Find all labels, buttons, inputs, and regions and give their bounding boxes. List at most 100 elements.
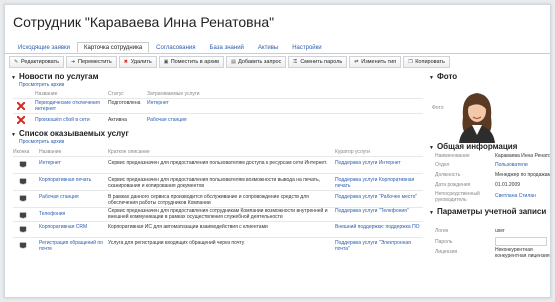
news-archive-link[interactable]: Просмотреть архив [19,82,64,88]
services-archive-link[interactable]: Просмотреть архив [19,139,64,145]
change-password-button-label: Сменить пароль [300,59,343,65]
copy-button-label: Копировать [415,59,445,65]
service-row-3-name[interactable]: Рабочая станция [39,194,105,200]
service-row-4-curator[interactable]: Поддержка услуги "Телефония" [335,208,423,220]
service-icon [19,161,27,168]
move-button-label: Переместить [78,59,112,65]
news-row-2-service[interactable]: Рабочая станция [147,117,227,123]
archive-button-label: Поместить в архив [170,59,220,65]
edit-button[interactable]: ✎ Редактировать [9,56,64,68]
news-col-status[interactable]: Статус [108,91,124,97]
key-icon: ⚿ [293,58,298,65]
news-row-1-status: Подготовлена [108,100,141,106]
service-icon [19,195,27,202]
info-label-manager: Непосредственный руководитель [435,191,480,203]
account-label-login: Логин [435,228,449,234]
tab-bar: Исходящие заявки Карточка сотрудника Сог… [11,42,329,53]
service-row-6-desc: Услуга для регистрации входящих обращени… [108,240,245,246]
service-row-6-curator[interactable]: Поддержка услуги "Электронная почта" [335,240,423,252]
services-col-name[interactable]: Название [39,149,61,155]
archive-icon: ▣ [163,58,169,65]
news-row-2-name[interactable]: Произошёл сбой в сети [35,117,105,123]
collapse-triangle-icon: ▼ [429,75,434,81]
tab-assets[interactable]: Активы [251,42,285,53]
info-value-position: Менеджер по продажам [495,172,550,178]
news-title: Новости по услугам [18,72,99,81]
delete-button[interactable]: ✖ Удалить [118,56,157,68]
service-row-6-name[interactable]: Регистрация обращений по почте [39,240,105,252]
news-col-services[interactable]: Затрагиваемые услуги [147,91,200,97]
service-row-2-desc: Сервис предназначен для предоставления п… [108,177,321,189]
delete-icon: ✖ [123,58,128,65]
archive-button[interactable]: ▣ Поместить в архив [158,56,225,68]
tab-settings[interactable]: Настройки [285,42,328,53]
error-icon [17,116,25,124]
collapse-triangle-icon: ▼ [429,210,434,216]
change-type-button-label: Изменить тип [361,59,397,65]
service-row-divider [13,237,423,238]
change-password-button[interactable]: ⚿ Сменить пароль [288,56,348,68]
service-row-5-desc: Корпоративная ИС для автоматизации взаим… [108,224,268,230]
avatar[interactable] [453,87,501,143]
account-title: Параметры учетной записи [436,207,547,216]
account-label-license: Лицензия [435,249,458,255]
service-row-2-curator[interactable]: Поддержка услуги Корпоративная печать [335,177,423,189]
info-label-name: Наименование [435,153,470,159]
change-type-icon: ⇄ [354,58,359,65]
news-row-2-status: Активна [108,117,127,123]
services-title: Список оказываемых услуг [18,129,129,138]
collapse-triangle-icon: ▼ [429,145,434,151]
services-header-divider [13,156,423,157]
add-request-button-label: Добавить запрос [238,59,282,65]
service-icon [19,178,27,185]
service-row-3-desc: В рамках данного сервиса производится об… [108,194,309,206]
news-col-name[interactable]: Название [35,91,57,97]
news-section-title[interactable]: ▼ Новости по услугам [11,72,98,81]
info-value-birthdate: 01.01.2009 [495,182,521,188]
info-value-manager[interactable]: Светлана Стилан [495,193,550,199]
account-value-login: user [495,228,505,234]
service-row-2-name[interactable]: Корпоративная печать [39,177,105,183]
service-row-5-curator[interactable]: Внешний поддержки: поддержка ПО [335,224,423,236]
service-row-1-name[interactable]: Интернет [39,160,105,166]
news-row-1-service[interactable]: Интернет [147,100,227,106]
news-header-divider [13,98,423,99]
info-value-name: Караваева Инна Ренатовна [495,153,550,159]
account-label-password: Пароль [435,239,453,245]
news-row-1-name[interactable]: Периодические отключения интернет [35,100,105,112]
change-type-button[interactable]: ⇄ Изменить тип [349,56,402,68]
info-title: Общая информация [436,142,518,151]
account-section-title[interactable]: ▼ Параметры учетной записи [429,207,546,216]
password-field[interactable] [495,237,547,246]
info-label-position: Должность [435,172,461,178]
service-row-1-curator[interactable]: Поддержка услуги Интернет [335,160,423,172]
copy-button[interactable]: ❐ Копировать [403,56,450,68]
services-col-icon: Иконка [13,149,30,155]
move-button[interactable]: ➜ Переместить [66,56,117,68]
tab-approvals[interactable]: Согласования [149,42,202,53]
service-row-5-name[interactable]: Корпоративная CRM [39,224,105,230]
tab-outgoing-requests[interactable]: Исходящие заявки [11,42,77,53]
service-row-4-name[interactable]: Телефония [39,211,105,217]
info-section-title[interactable]: ▼ Общая информация [429,142,517,151]
add-request-button[interactable]: ▤ Добавить запрос [226,56,287,68]
edit-button-label: Редактировать [21,59,59,65]
service-row-divider [13,221,423,222]
service-row-4-desc: Сервис предназначен для предоставления с… [108,208,328,220]
toolbar: ✎ Редактировать ➜ Переместить ✖ Удалить ▣ По… [9,56,452,68]
pencil-icon: ✎ [14,58,19,65]
service-icon [19,212,27,219]
tab-employee-card[interactable]: Карточка сотрудника [77,42,150,53]
tab-knowledge-base[interactable]: База знаний [203,42,251,53]
photo-label: Фото [432,105,444,111]
info-value-department[interactable]: Пользователи [495,162,550,168]
service-icon [19,226,27,233]
photo-title: Фото [436,72,458,81]
photo-section-title[interactable]: ▼ Фото [429,72,457,81]
services-section-title[interactable]: ▼ Список оказываемых услуг [11,129,129,138]
service-row-1-desc: Сервис предназначен для предоставления п… [108,160,328,166]
service-row-3-curator[interactable]: Поддержка услуги "Рабочее место" [335,194,423,206]
services-col-curator[interactable]: Куратор услуги [335,149,370,155]
services-col-desc[interactable]: Краткое описание [108,149,150,155]
error-icon [17,102,25,110]
